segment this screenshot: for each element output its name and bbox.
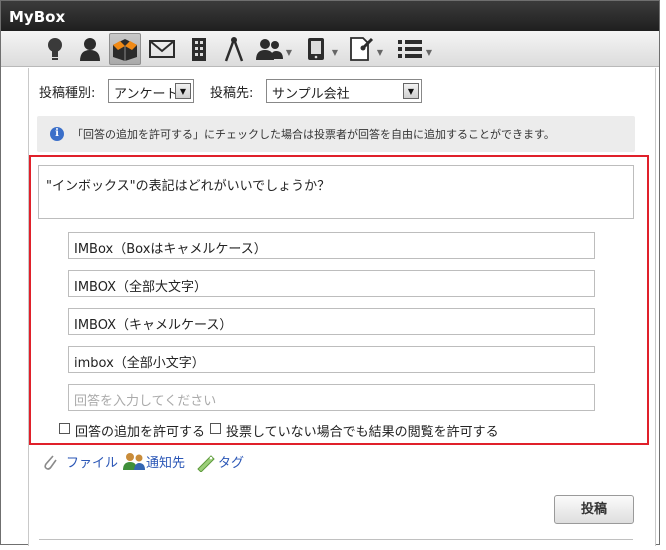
compass-icon[interactable] [218,33,250,65]
answer-field-1[interactable]: IMBox（Boxはキャメルケース） [68,232,595,259]
allow-view-results-label[interactable]: 投票していない場合でも結果の閲覧を許可する [226,421,499,440]
tablet-icon[interactable]: ▼ [300,33,338,65]
attach-file-link[interactable]: ファイル [66,452,118,471]
post-dest-select[interactable]: サンプル会社 ▼ [266,79,422,103]
document-pin-icon[interactable]: ▼ [345,33,383,65]
chevron-down-icon: ▼ [376,48,383,57]
answer-field-2[interactable]: IMBOX（全部大文字） [68,270,595,297]
app-title: MyBox [9,8,66,26]
chevron-down-icon: ▼ [425,48,432,57]
post-type-value: アンケート [114,87,179,102]
answer-field-4[interactable]: imbox（全部小文字） [68,346,595,373]
bulb-icon[interactable] [39,33,71,65]
post-dest-value: サンプル会社 [272,87,350,102]
question-text: "インボックス"の表記はどれがいいでしょうか？ [46,179,331,194]
building-icon[interactable] [183,33,215,65]
title-bar: MyBox [1,1,659,31]
tag-link[interactable]: タグ [218,452,244,471]
allow-add-answers-checkbox[interactable] [59,423,70,434]
box-icon[interactable] [109,33,141,65]
user-icon[interactable] [74,33,106,65]
post-type-select[interactable]: アンケート ▼ [108,79,194,103]
answer-text: IMBOX（キャメルケース） [74,318,233,333]
toolbar: ▼ ▼ ▼ ▼ [1,31,659,67]
allow-add-answers-label[interactable]: 回答の追加を許可する [75,421,205,440]
chevron-down-icon: ▼ [285,48,292,57]
dropdown-arrow-icon: ▼ [175,83,191,99]
mail-icon[interactable] [146,33,178,65]
notify-link[interactable]: 通知先 [146,452,185,471]
people-notify-icon [122,451,146,475]
question-input[interactable]: "インボックス"の表記はどれがいいでしょうか？ [38,165,634,219]
answer-text: imbox（全部小文字） [74,356,205,371]
users-icon[interactable]: ▼ [254,33,292,65]
info-bar: i 「回答の追加を許可する」にチェックした場合は投票者が回答を自由に追加すること… [37,116,635,152]
divider [39,539,633,540]
post-type-label: 投稿種別: [39,86,96,101]
list-icon[interactable]: ▼ [394,33,432,65]
post-button[interactable]: 投稿 [554,495,634,524]
info-text: 「回答の追加を許可する」にチェックした場合は投票者が回答を自由に追加することがで… [72,128,555,141]
answer-field-3[interactable]: IMBOX（キャメルケース） [68,308,595,335]
dropdown-arrow-icon: ▼ [403,83,419,99]
answer-input-new[interactable]: 回答を入力してください [68,384,595,411]
allow-view-results-checkbox[interactable] [210,423,221,434]
tag-icon [196,452,216,476]
app-window: MyBox ▼ ▼ ▼ ▼ 投稿種別: アンケート ▼ 投稿先: サンプル会社 … [0,0,660,546]
chevron-down-icon: ▼ [331,48,338,57]
answer-placeholder: 回答を入力してください [74,394,217,409]
info-icon: i [50,127,64,141]
post-dest-label: 投稿先: [210,86,254,101]
paperclip-icon [41,452,59,476]
answer-text: IMBox（Boxはキャメルケース） [74,242,267,257]
answer-text: IMBOX（全部大文字） [74,280,208,295]
